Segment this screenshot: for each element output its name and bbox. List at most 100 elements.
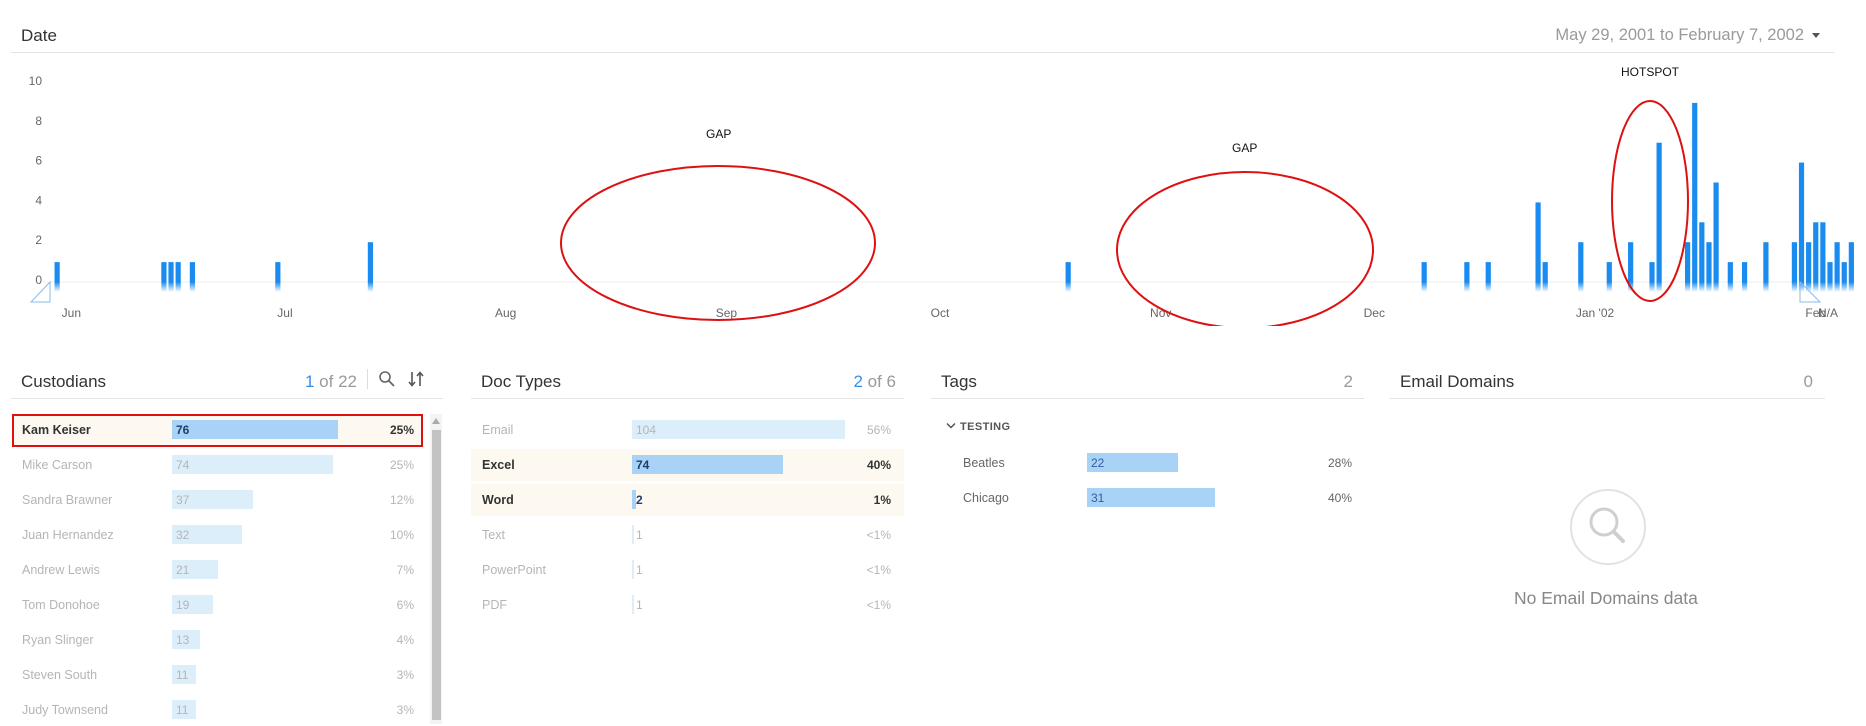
x-tick-label: Jan '02	[1576, 306, 1615, 320]
tag-row[interactable]: Chicago 31 40%	[952, 482, 1362, 514]
histogram-bar[interactable]	[1685, 242, 1691, 282]
histogram-bar-tick	[175, 282, 181, 292]
histogram-bar-tick	[1578, 282, 1584, 292]
doc-type-row-count: 1	[636, 598, 643, 612]
histogram-bar[interactable]	[1713, 182, 1719, 283]
histogram-bar[interactable]	[1606, 262, 1612, 282]
doc-type-row-bar: 2	[632, 490, 643, 509]
custodian-row-count: 74	[176, 458, 190, 472]
histogram-bar-tick	[367, 282, 373, 292]
y-tick-label: 6	[35, 154, 42, 168]
date-histogram[interactable]: 1086420 Jun Jul Aug Sep Oct Nov Dec Jan '02 FebN…	[0, 56, 1866, 326]
histogram-bar[interactable]	[1834, 242, 1840, 282]
histogram-bar[interactable]	[1628, 242, 1634, 282]
histogram-bar[interactable]	[1421, 262, 1427, 282]
histogram-bar-tick	[161, 282, 167, 292]
histogram-bar[interactable]	[367, 242, 373, 282]
histogram-bar[interactable]	[1806, 242, 1812, 282]
histogram-bar[interactable]	[1485, 262, 1491, 282]
histogram-bar[interactable]	[1848, 242, 1854, 282]
histogram-bar[interactable]	[1763, 242, 1769, 282]
histogram-bar-tick	[1606, 282, 1612, 292]
histogram-bar[interactable]	[1798, 162, 1805, 282]
histogram-bar-tick	[275, 282, 281, 292]
histogram-bar[interactable]	[1656, 142, 1662, 282]
histogram-bar[interactable]	[1791, 242, 1797, 282]
custodian-row-label: Tom Donohoe	[22, 598, 100, 612]
custodian-row-count: 21	[176, 563, 190, 577]
doc-type-row-bar: 1	[632, 560, 643, 579]
histogram-bar[interactable]	[175, 262, 181, 282]
tag-row-bar: 31	[1087, 488, 1215, 507]
custodian-row[interactable]: Steven South 11 3%	[12, 659, 423, 691]
histogram-bar[interactable]	[275, 262, 281, 282]
custodians-scrollbar[interactable]	[430, 414, 442, 724]
tag-group-testing[interactable]: TESTING	[946, 421, 1010, 433]
search-icon[interactable]	[378, 370, 396, 388]
tag-row[interactable]: Beatles 22 28%	[952, 447, 1362, 479]
histogram-bar[interactable]	[1535, 202, 1541, 282]
histogram-bar[interactable]	[1820, 222, 1826, 282]
custodian-row[interactable]: Tom Donohoe 19 6%	[12, 589, 423, 621]
doc-type-row[interactable]: Excel 74 40%	[471, 449, 904, 481]
histogram-bar[interactable]	[1464, 262, 1470, 282]
date-range-dropdown[interactable]: May 29, 2001 to February 7, 2002	[1555, 26, 1820, 45]
histogram-bar[interactable]	[1813, 222, 1819, 282]
custodian-row-bar: 37	[172, 490, 253, 509]
custodian-row[interactable]: Ryan Slinger 13 4%	[12, 624, 423, 656]
histogram-bar[interactable]	[1578, 242, 1584, 282]
custodian-row[interactable]: Andrew Lewis 21 7%	[12, 554, 423, 586]
histogram-bar[interactable]	[1692, 102, 1698, 283]
doc-type-row-bar: 104	[632, 420, 845, 439]
y-tick-label: 0	[35, 273, 42, 287]
histogram-bar[interactable]	[1841, 262, 1847, 282]
histogram-bar[interactable]	[161, 262, 167, 282]
histogram-bar-tick	[168, 282, 174, 292]
histogram-bar[interactable]	[1706, 242, 1712, 282]
histogram-bar[interactable]	[1649, 262, 1655, 282]
email-domains-title: Email Domains	[1400, 372, 1515, 391]
doc-type-row[interactable]: PDF 1 <1%	[471, 589, 904, 621]
doc-types-title: Doc Types	[481, 372, 562, 391]
chevron-down-icon	[946, 422, 956, 429]
custodian-row-count: 13	[176, 633, 190, 647]
histogram-bar[interactable]	[54, 262, 60, 282]
histogram-bar[interactable]	[168, 262, 174, 282]
doc-type-row[interactable]: Word 2 1%	[471, 484, 904, 516]
histogram-bar[interactable]	[1542, 262, 1548, 282]
custodian-row[interactable]: Mike Carson 74 25%	[12, 449, 423, 481]
doc-type-row-label: PowerPoint	[482, 563, 546, 577]
custodian-row-bar: 11	[172, 665, 196, 684]
custodian-row[interactable]: Sandra Brawner 37 12%	[12, 484, 423, 516]
histogram-bar[interactable]	[1741, 262, 1748, 282]
x-tick-label: N/A	[1818, 306, 1838, 320]
histogram-bar-tick	[1692, 282, 1698, 292]
histogram-bar-tick	[1685, 282, 1691, 292]
histogram-bar-tick	[1841, 282, 1847, 292]
histogram-bar[interactable]	[189, 262, 195, 282]
histogram-bar-tick	[1699, 282, 1705, 292]
scroll-up-arrow-icon[interactable]	[432, 418, 440, 424]
scrollbar-thumb[interactable]	[432, 430, 441, 720]
sort-icon[interactable]	[407, 370, 425, 388]
custodian-row[interactable]: Juan Hernandez 32 10%	[12, 519, 423, 551]
histogram-bar[interactable]	[1065, 262, 1071, 282]
custodian-row[interactable]: Judy Townsend 11 3%	[12, 694, 423, 726]
custodian-row-bar: 11	[172, 700, 196, 719]
doc-type-row[interactable]: Text 1 <1%	[471, 519, 904, 551]
histogram-bar[interactable]	[1827, 262, 1833, 282]
doc-type-row[interactable]: Email 104 56%	[471, 414, 904, 446]
doc-type-row[interactable]: PowerPoint 1 <1%	[471, 554, 904, 586]
custodians-header: Custodians 1 of 22	[11, 358, 443, 399]
email-domains-header: Email Domains 0	[1390, 358, 1825, 399]
histogram-bar-tick	[1713, 282, 1719, 292]
doc-type-row-count: 74	[636, 458, 650, 472]
custodian-highlight-annotation	[12, 414, 423, 447]
histogram-bar[interactable]	[1699, 222, 1705, 282]
doc-type-row-percent: 1%	[873, 493, 891, 507]
histogram-bar-tick	[1649, 282, 1655, 292]
y-tick-label: 10	[29, 74, 43, 88]
doc-type-row-label: Email	[482, 423, 514, 437]
custodian-row-bar: 32	[172, 525, 242, 544]
histogram-bar[interactable]	[1727, 262, 1733, 282]
